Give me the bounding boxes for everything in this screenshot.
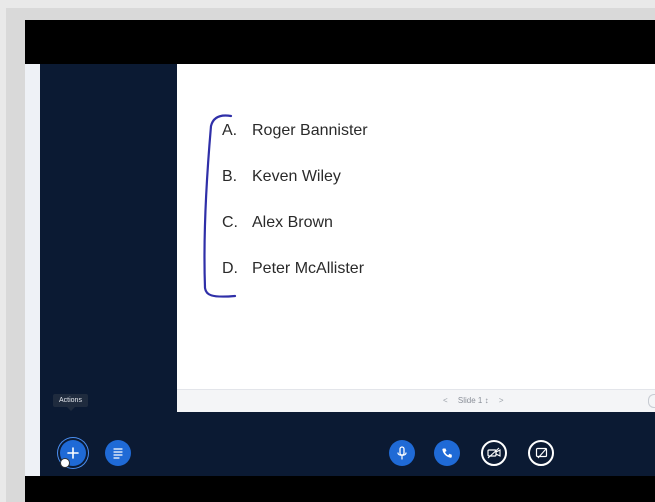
microphone-button[interactable] (389, 440, 415, 466)
plus-icon (67, 447, 79, 459)
slide-navigation: < Slide 1 ↕ > (435, 396, 512, 405)
notes-button[interactable] (105, 440, 131, 466)
actions-tooltip: Actions (53, 394, 88, 411)
screen-share-icon (535, 447, 547, 459)
answer-letter: B. (222, 168, 238, 185)
next-slide-button[interactable]: > (499, 396, 504, 405)
answer-item: B. Keven Wiley (222, 168, 368, 214)
answer-text: Roger Bannister (252, 122, 368, 139)
conference-app: A. Roger Bannister B. Keven Wiley C. Alex B… (25, 64, 655, 476)
answer-text: Peter McAllister (252, 260, 365, 277)
left-edge-strip (25, 64, 40, 476)
answer-item: D. Peter McAllister (222, 260, 368, 306)
answer-letter: D. (222, 260, 238, 277)
screen: A. Roger Bannister B. Keven Wiley C. Alex B… (25, 20, 655, 502)
phone-icon (442, 448, 452, 458)
video-frame: A. Roger Bannister B. Keven Wiley C. Alex B… (0, 0, 655, 502)
microphone-icon (397, 446, 407, 460)
answer-text: Keven Wiley (252, 168, 341, 185)
answer-text: Alex Brown (252, 214, 333, 231)
answer-item: C. Alex Brown (222, 214, 368, 260)
document-lines-icon (113, 448, 123, 459)
slide-panel-toggle[interactable] (648, 394, 655, 408)
answer-letter: A. (222, 122, 238, 139)
slide-selector-updown-icon[interactable]: ↕ (485, 396, 489, 405)
previous-slide-button[interactable]: < (443, 396, 448, 405)
slide-navigation-bar: < Slide 1 ↕ > (177, 389, 655, 412)
phone-button[interactable] (434, 440, 460, 466)
answer-letter: C. (222, 214, 238, 231)
answer-item: A. Roger Bannister (222, 122, 368, 168)
slide-selector[interactable]: Slide 1 (458, 396, 482, 405)
webcam-icon (487, 447, 501, 459)
answer-list: A. Roger Bannister B. Keven Wiley C. Alex B… (222, 122, 368, 306)
presentation-slide: A. Roger Bannister B. Keven Wiley C. Alex B… (177, 64, 655, 389)
screen-share-button[interactable] (528, 440, 554, 466)
mouse-cursor (61, 459, 69, 467)
webcam-button[interactable] (481, 440, 507, 466)
